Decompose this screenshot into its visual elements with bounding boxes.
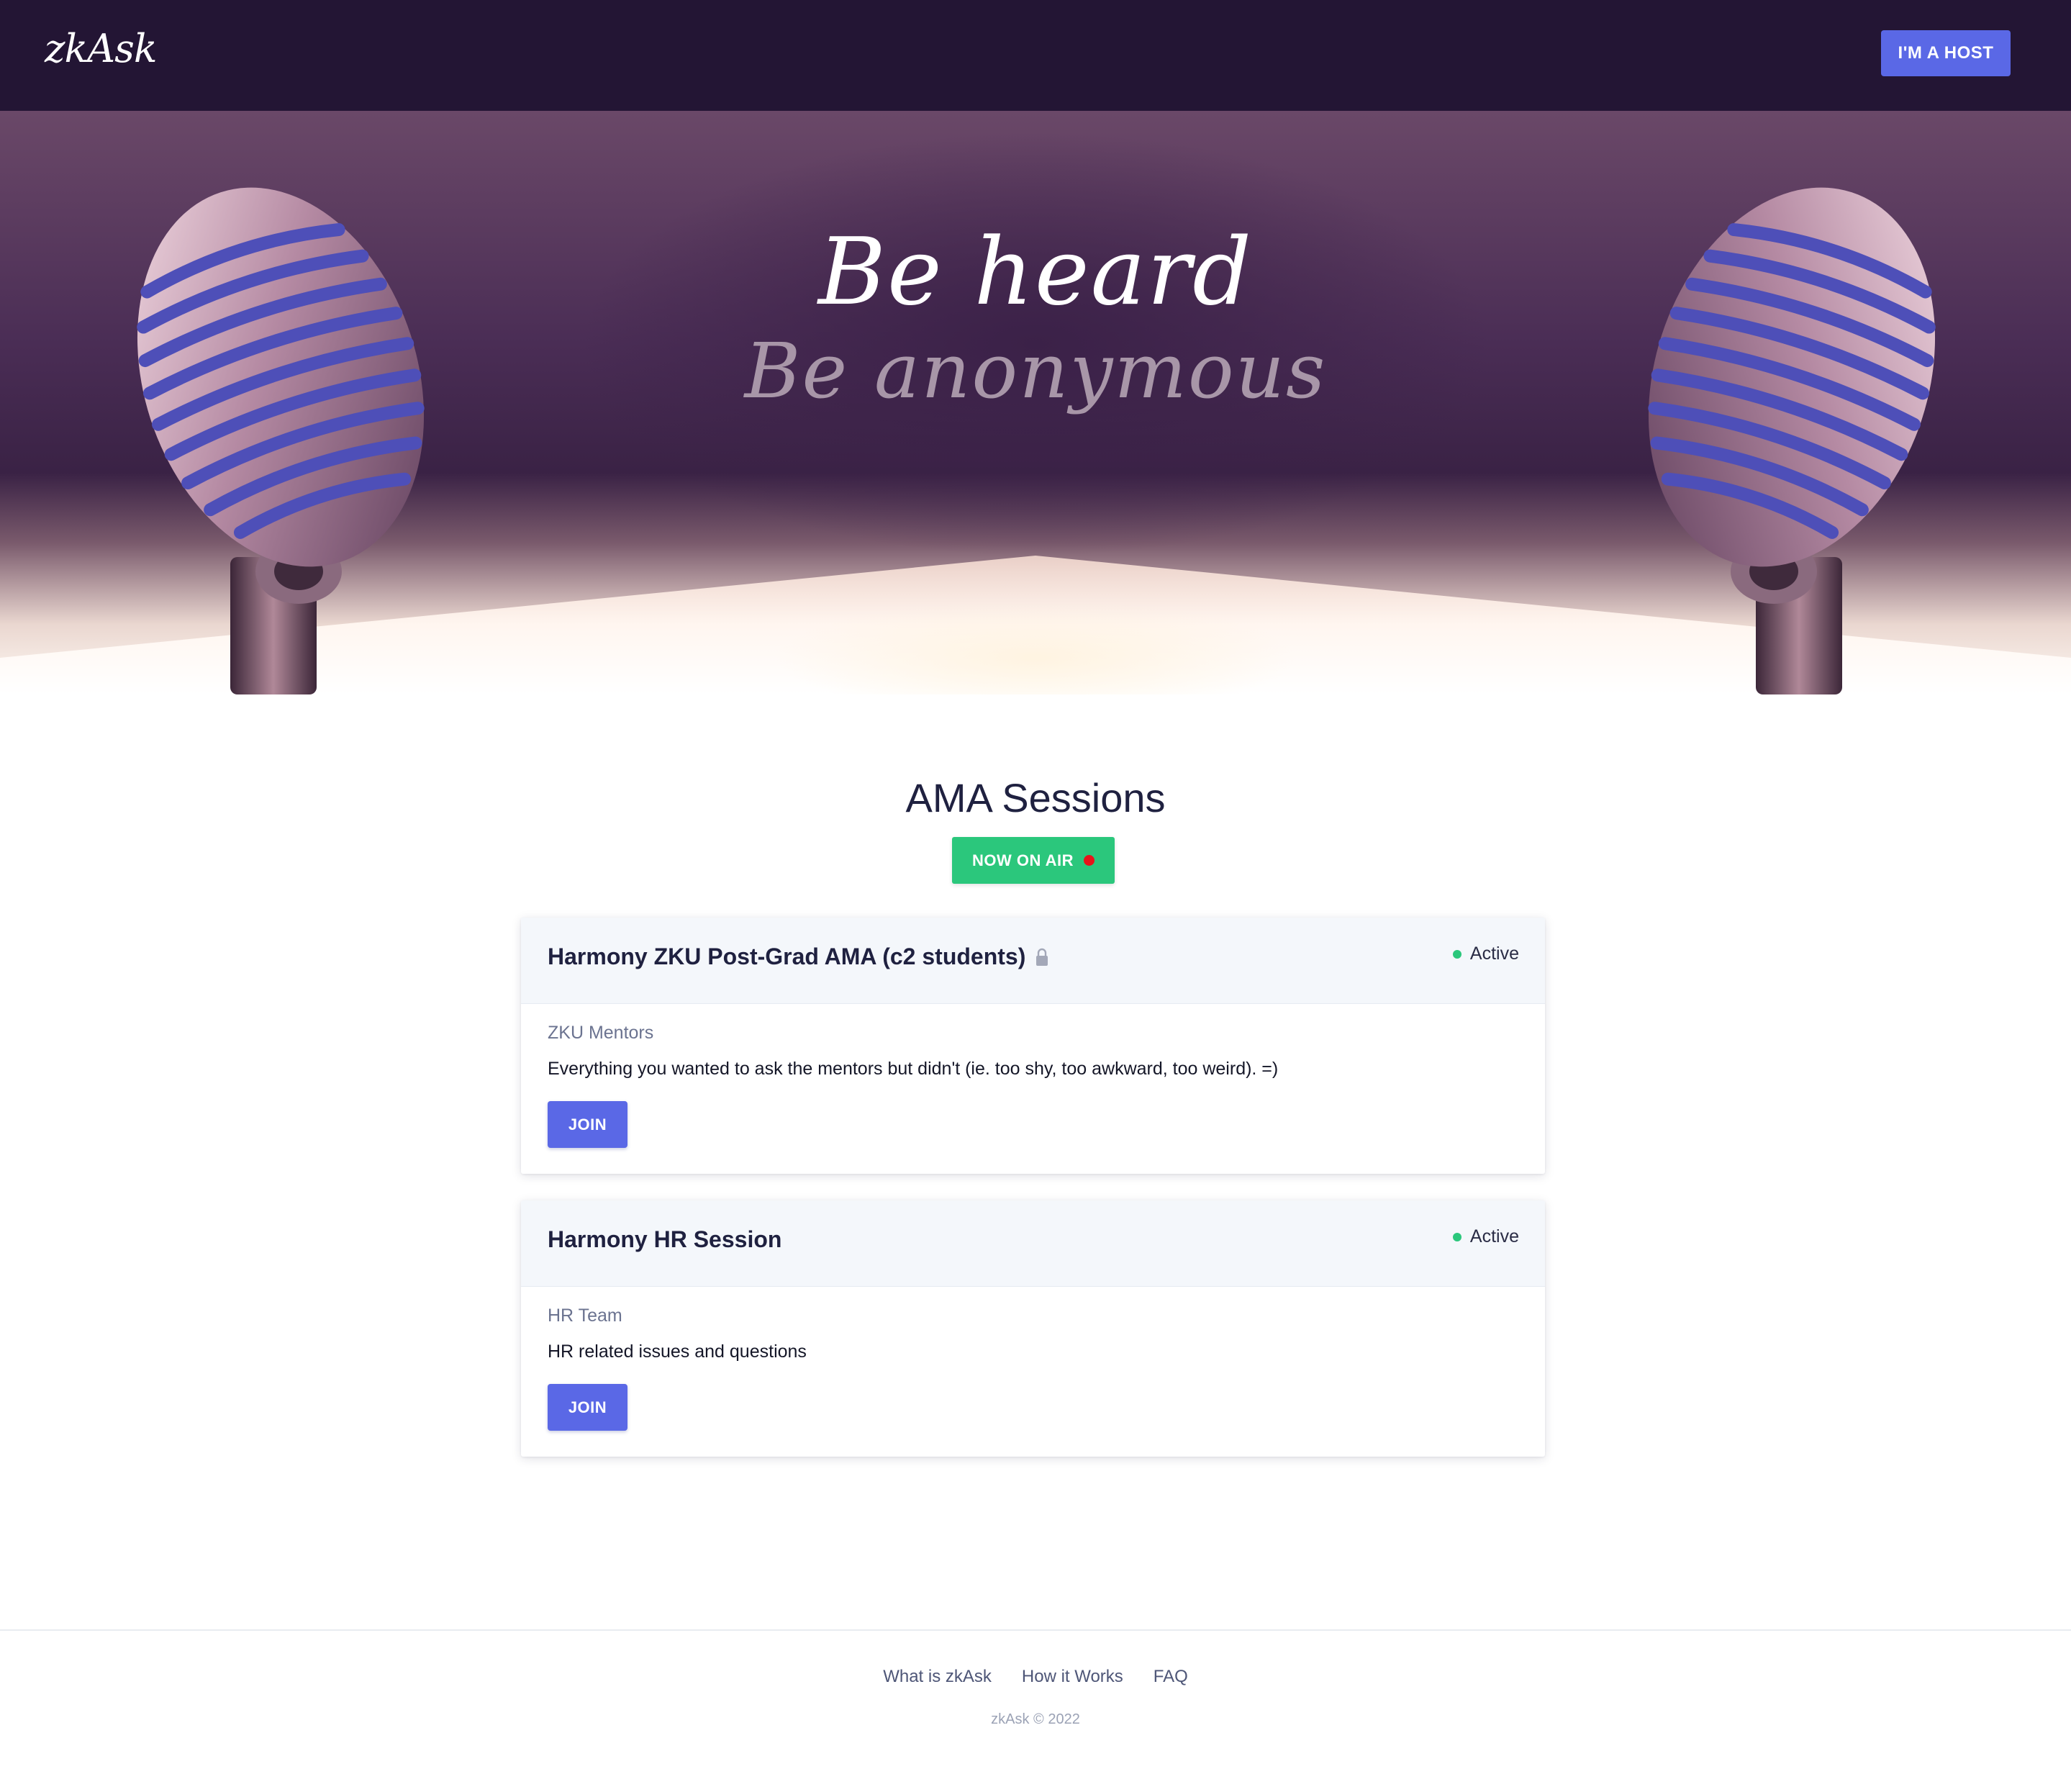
session-title: Harmony ZKU Post-Grad AMA (c2 students) — [548, 943, 1026, 969]
session-status: Active — [1452, 943, 1519, 964]
session-description: Everything you wanted to ask the mentors… — [548, 1059, 1279, 1079]
session-title-row: Harmony ZKU Post-Grad AMA (c2 students) — [548, 943, 1048, 970]
session-description: HR related issues and questions — [548, 1341, 807, 1362]
logo[interactable]: zkAsk — [45, 26, 158, 71]
hero-title: Be heard — [817, 219, 1254, 326]
host-button[interactable]: I'M A HOST — [1881, 30, 2011, 76]
lock-icon — [1036, 948, 1048, 966]
footer-links: What is zkAsk How it Works FAQ — [0, 1667, 2071, 1687]
now-on-air-label: NOW ON AIR — [971, 851, 1074, 869]
status-dot-icon — [1452, 1232, 1462, 1241]
status-dot-icon — [1452, 949, 1462, 959]
session-title: Harmony HR Session — [548, 1226, 782, 1252]
rec-dot-icon — [1084, 855, 1095, 866]
session-host: HR Team — [548, 1305, 622, 1326]
copyright: zkAsk © 2022 — [991, 1711, 1080, 1727]
status-label: Active — [1469, 943, 1519, 964]
hero-subtitle: Be anonymous — [744, 327, 1327, 415]
footer-link-faq[interactable]: FAQ — [1154, 1667, 1188, 1687]
session-host: ZKU Mentors — [548, 1023, 654, 1043]
now-on-air-badge: NOW ON AIR — [952, 837, 1115, 884]
hero-banner: Be heard Be anonymous — [0, 111, 2071, 694]
session-card-header: Harmony ZKU Post-Grad AMA (c2 students) … — [521, 918, 1545, 1004]
top-nav: zkAsk I'M A HOST — [0, 0, 2071, 111]
session-status: Active — [1452, 1226, 1519, 1247]
footer-link-what-is-zkask[interactable]: What is zkAsk — [883, 1667, 992, 1687]
footer-divider — [0, 1629, 2071, 1631]
join-button[interactable]: JOIN — [548, 1384, 627, 1431]
session-card: Harmony ZKU Post-Grad AMA (c2 students) … — [521, 918, 1545, 1174]
session-card-header: Harmony HR Session Active — [521, 1200, 1545, 1287]
status-label: Active — [1469, 1226, 1519, 1246]
footer-link-how-it-works[interactable]: How it Works — [1022, 1667, 1123, 1687]
session-card: Harmony HR Session Active HR Team HR rel… — [521, 1200, 1545, 1457]
page-title: AMA Sessions — [905, 775, 1166, 820]
join-button[interactable]: JOIN — [548, 1101, 627, 1148]
session-title-row: Harmony HR Session — [548, 1226, 781, 1253]
